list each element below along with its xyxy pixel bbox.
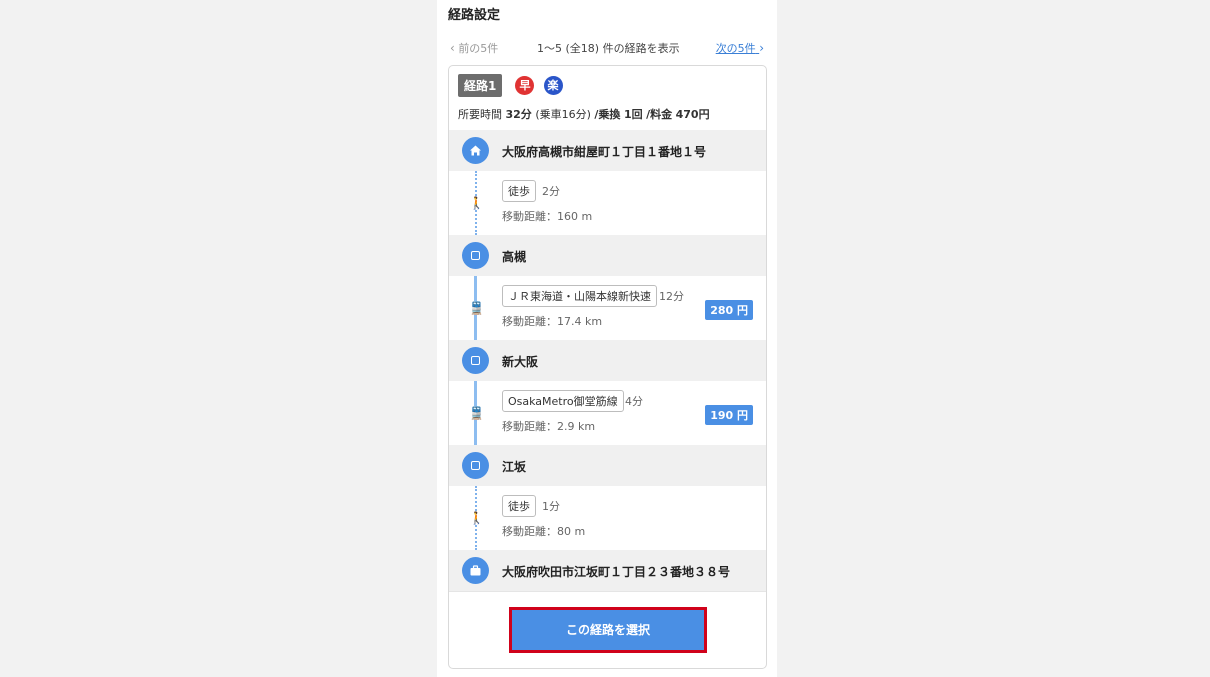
divider <box>449 591 766 592</box>
route-header: 経路1 早 楽 <box>458 74 563 98</box>
station-icon <box>462 242 489 269</box>
transfer-label: /乗換 <box>594 108 621 121</box>
segment-distance: 移動距離：80 m <box>502 525 586 538</box>
next-page-link[interactable]: 次の5件 › <box>716 40 764 56</box>
segment-tag: 徒歩 <box>502 180 536 202</box>
station-row: 大阪府吹田市江坂町１丁目２３番地３８号 <box>449 550 766 591</box>
train-icon: 🚆 <box>469 301 484 315</box>
segment-duration: 4分 <box>625 395 643 408</box>
route-card: 経路1 早 楽 所要時間 32分 (乗車16分) /乗換 1回 /料金 470円… <box>448 65 767 669</box>
train-icon: 🚆 <box>469 406 484 420</box>
route-settings-panel: 経路設定 ‹ 前の5件 1〜5 (全18) 件の経路を表示 次の5件 › 経路1… <box>437 0 777 677</box>
station-name: 大阪府吹田市江坂町１丁目２３番地３８号 <box>502 565 731 579</box>
fare-label: /料金 <box>646 108 673 121</box>
segment-distance: 移動距離：160 m <box>502 210 593 223</box>
route-segment: 🚆 ＪＲ東海道・山陽本線新快速 12分 移動距離：17.4 km 280 円 <box>449 276 766 340</box>
prev-page-label: 前の5件 <box>458 42 499 55</box>
total-time: 32分 <box>505 108 532 121</box>
fare-badge: 190 円 <box>705 405 753 425</box>
line-name-tag: ＪＲ東海道・山陽本線新快速 <box>502 285 657 307</box>
chevron-right-icon: › <box>759 41 764 55</box>
transfer-count: 1回 <box>623 108 643 121</box>
station-name: 大阪府高槻市紺屋町１丁目１番地１号 <box>502 145 707 159</box>
station-row: 大阪府高槻市紺屋町１丁目１番地１号 <box>449 130 766 171</box>
route-segment: 🚆 OsakaMetro御堂筋線 4分 移動距離：2.9 km 190 円 <box>449 381 766 445</box>
pagination: ‹ 前の5件 1〜5 (全18) 件の経路を表示 次の5件 › <box>437 40 777 56</box>
home-icon <box>462 137 489 164</box>
walk-icon: 🚶 <box>469 511 484 525</box>
station-name: 高槻 <box>502 250 527 264</box>
chevron-left-icon: ‹ <box>450 41 455 55</box>
segment-duration: 1分 <box>542 500 560 513</box>
station-icon <box>462 452 489 479</box>
segment-distance: 移動距離：17.4 km <box>502 315 603 328</box>
easiest-badge: 楽 <box>543 76 563 95</box>
total-fare: 470円 <box>675 108 710 121</box>
station-row: 高槻 <box>449 235 766 276</box>
result-summary: 1〜5 (全18) 件の経路を表示 <box>537 42 680 55</box>
station-row: 江坂 <box>449 445 766 486</box>
segment-duration: 2分 <box>542 185 560 198</box>
prev-page-link[interactable]: ‹ 前の5件 <box>450 40 498 56</box>
route-segment: 🚶 徒歩 2分 移動距離：160 m <box>449 171 766 235</box>
time-label: 所要時間 <box>458 108 502 121</box>
line-name-tag: OsakaMetro御堂筋線 <box>502 390 624 412</box>
segment-distance: 移動距離：2.9 km <box>502 420 596 433</box>
walk-icon: 🚶 <box>469 196 484 210</box>
route-segment: 🚶 徒歩 1分 移動距離：80 m <box>449 486 766 550</box>
station-name: 江坂 <box>502 460 527 474</box>
route-summary: 所要時間 32分 (乗車16分) /乗換 1回 /料金 470円 <box>458 106 710 122</box>
station-icon <box>462 347 489 374</box>
station-row: 新大阪 <box>449 340 766 381</box>
ride-time: (乗車16分) <box>535 108 591 121</box>
station-name: 新大阪 <box>502 355 539 369</box>
segment-duration: 12分 <box>659 290 684 303</box>
segment-tag: 徒歩 <box>502 495 536 517</box>
page-title: 経路設定 <box>448 8 501 23</box>
route-label: 経路1 <box>458 74 503 97</box>
select-route-button[interactable]: この経路を選択 <box>509 607 707 653</box>
briefcase-icon <box>462 557 489 584</box>
next-page-label: 次の5件 <box>715 42 756 55</box>
fare-badge: 280 円 <box>705 300 753 320</box>
fastest-badge: 早 <box>515 76 535 95</box>
